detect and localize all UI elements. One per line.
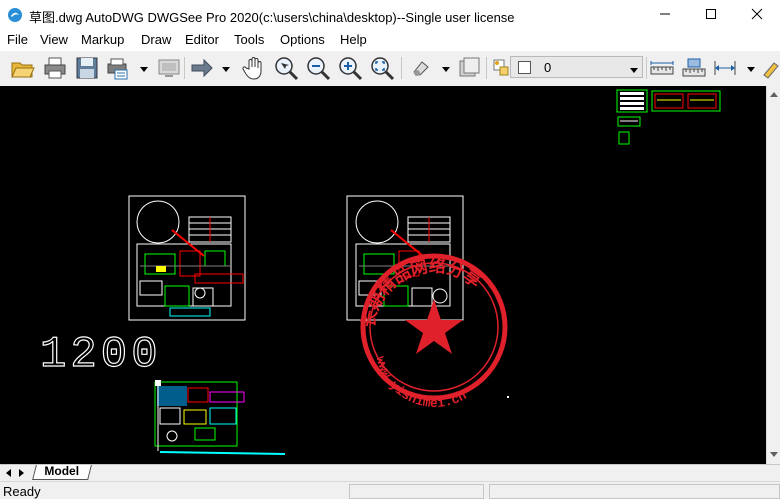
- status-ready: Ready: [3, 484, 41, 499]
- menu-tools[interactable]: Tools: [234, 32, 264, 47]
- tab-model[interactable]: Model: [32, 464, 92, 480]
- minimize-icon: [659, 8, 671, 23]
- layer-select[interactable]: 0: [510, 56, 643, 78]
- toolbar-separator: [486, 57, 487, 79]
- measure-button[interactable]: [649, 55, 675, 81]
- menu-file[interactable]: File: [7, 32, 28, 47]
- layer-dropdown[interactable]: [441, 62, 451, 72]
- print-button[interactable]: [42, 55, 68, 81]
- scroll-down-icon[interactable]: [769, 447, 779, 462]
- zoom-realtime-icon: [273, 57, 299, 84]
- layer-value: 0: [544, 60, 552, 75]
- pan-hand-icon: [242, 57, 268, 84]
- print-preview-button[interactable]: [104, 55, 130, 81]
- measure-area-button[interactable]: [681, 55, 707, 81]
- next-view-dropdown[interactable]: [221, 62, 231, 72]
- zoom-realtime-button[interactable]: [273, 55, 299, 81]
- save-icon: [74, 57, 100, 84]
- pan-button[interactable]: [242, 55, 268, 81]
- maximize-icon: [705, 8, 717, 23]
- cad-point: [507, 396, 509, 398]
- square-button[interactable]: [457, 55, 483, 81]
- save-button[interactable]: [74, 55, 100, 81]
- vertical-scrollbar[interactable]: [766, 86, 780, 464]
- toolbar-separator: [401, 57, 402, 79]
- menu-markup[interactable]: Markup: [81, 32, 124, 47]
- next-view-button[interactable]: [189, 55, 215, 81]
- window-title: 草图.dwg AutoDWG DWGSee Pro 2020(c:\users\…: [29, 10, 515, 25]
- stamp-text: 长期精品网络分享: [358, 256, 485, 330]
- zoom-extents-button[interactable]: [369, 55, 395, 81]
- status-panel-2: [489, 484, 780, 499]
- measure-icon: [649, 61, 675, 84]
- layer-color-swatch: [518, 61, 531, 74]
- zoom-out-icon: [305, 57, 331, 84]
- menu-view[interactable]: View: [40, 32, 68, 47]
- app-logo-icon: [7, 7, 23, 23]
- title-bar: 草图.dwg AutoDWG DWGSee Pro 2020(c:\users\…: [0, 0, 780, 30]
- layer-icon: [408, 61, 434, 84]
- pen-button[interactable]: [760, 55, 780, 81]
- menu-bar: File View Markup Draw Editor Tools Optio…: [0, 30, 780, 50]
- open-folder-icon: [10, 62, 36, 84]
- zoom-out-button[interactable]: [305, 55, 331, 81]
- toolbar-separator: [646, 57, 647, 79]
- cad-drawing: 1200 长期精品网络分享 www.yishimei.cn: [39, 89, 721, 455]
- status-bar: Ready: [0, 481, 780, 499]
- drawing-canvas[interactable]: 1200 长期精品网络分享 www.yishimei.cn: [0, 86, 766, 464]
- close-icon: [751, 8, 763, 23]
- floor-plan-3: [154, 380, 286, 455]
- layer-button[interactable]: [408, 55, 434, 81]
- tab-model-label: Model: [44, 464, 80, 478]
- layout-tab-bar: Model: [0, 464, 780, 481]
- dimension-icon: [712, 61, 738, 84]
- scroll-up-icon[interactable]: [769, 88, 779, 103]
- print-icon: [42, 57, 68, 84]
- stamp-url: www.yishimei.cn: [373, 355, 470, 411]
- status-panel-1: [349, 484, 484, 499]
- minimize-button[interactable]: [642, 0, 688, 30]
- svg-text:www.yishimei.cn: www.yishimei.cn: [373, 355, 470, 411]
- dimension-dropdown[interactable]: [746, 62, 756, 72]
- open-button[interactable]: [10, 55, 36, 81]
- floor-plan-1: [128, 195, 246, 321]
- display-button[interactable]: [156, 55, 182, 81]
- close-button[interactable]: [734, 0, 780, 30]
- thumbnail-blocks: [616, 89, 721, 145]
- maximize-button[interactable]: [688, 0, 734, 30]
- square-icon: [457, 57, 483, 84]
- svg-text:长期精品网络分享: 长期精品网络分享: [358, 256, 485, 330]
- measure-area-icon: [681, 58, 707, 84]
- display-icon: [156, 59, 182, 84]
- menu-editor[interactable]: Editor: [185, 32, 219, 47]
- pen-icon: [760, 62, 780, 81]
- tab-next-icon[interactable]: [17, 467, 27, 482]
- main-toolbar: [0, 51, 780, 87]
- toolbar-separator: [184, 57, 185, 79]
- print-preview-icon: [104, 58, 130, 84]
- watermark-seal: 长期精品网络分享 www.yishimei.cn: [358, 253, 508, 411]
- dimension-text: 1200: [40, 330, 162, 380]
- print-preview-dropdown[interactable]: [139, 62, 149, 72]
- chevron-down-icon: [629, 63, 639, 78]
- zoom-in-button[interactable]: [337, 55, 363, 81]
- tab-first-icon[interactable]: [3, 467, 13, 482]
- dimension-button[interactable]: [712, 55, 738, 81]
- menu-options[interactable]: Options: [280, 32, 325, 47]
- arrow-right-icon: [189, 58, 215, 84]
- menu-help[interactable]: Help: [340, 32, 367, 47]
- zoom-extents-icon: [369, 57, 395, 84]
- menu-draw[interactable]: Draw: [141, 32, 171, 47]
- zoom-in-icon: [337, 57, 363, 84]
